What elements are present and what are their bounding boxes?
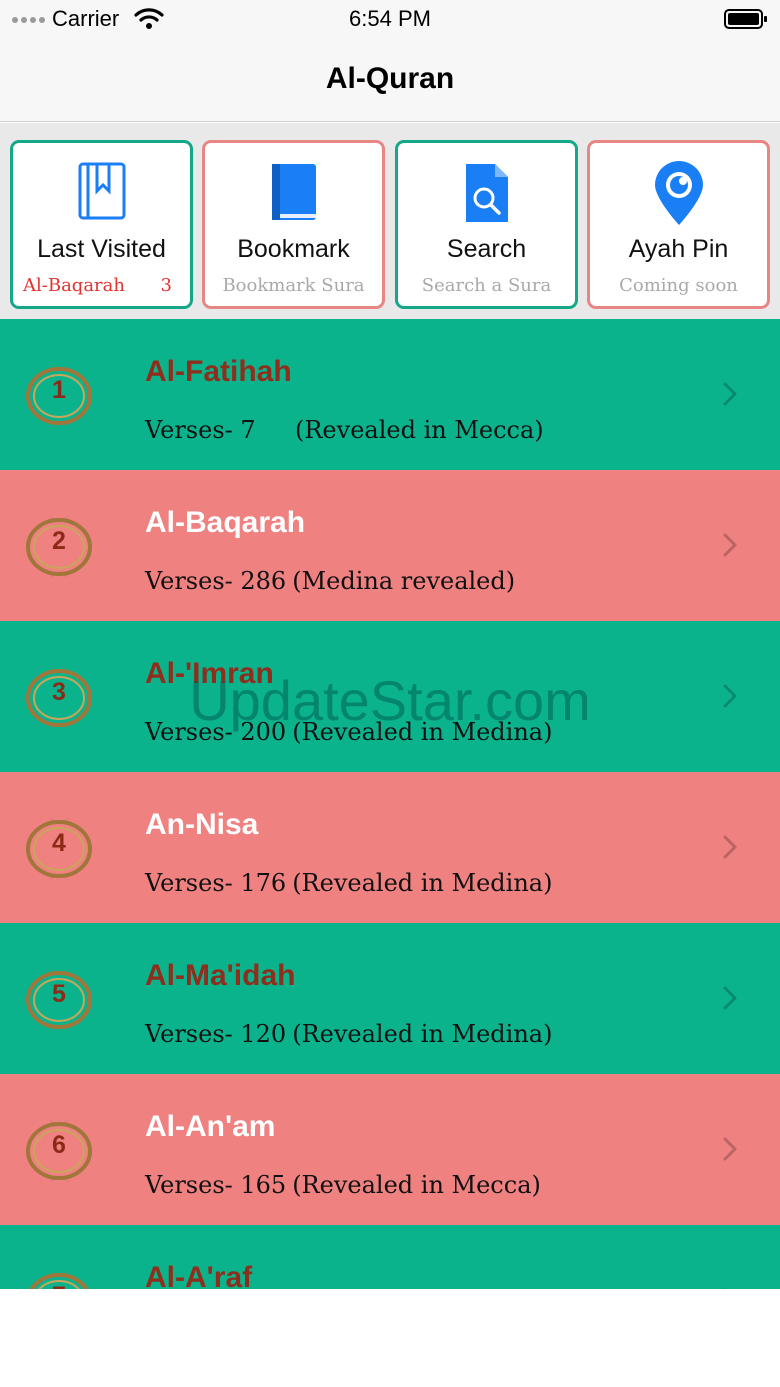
navigation-bar: Al-Quran: [0, 40, 780, 122]
sura-number: 4: [52, 829, 66, 857]
sura-name: An-Nisa: [145, 808, 259, 841]
last-visited-sura: Al-Baqarah: [23, 275, 125, 296]
sura-row[interactable]: 2 Al-Baqarah Verses- 286 (Medina reveale…: [0, 470, 780, 621]
sura-name: Al-Fatihah: [145, 355, 292, 388]
sura-revelation: (Revealed in Medina): [292, 869, 553, 897]
chevron-right-icon: [723, 382, 737, 406]
sura-row[interactable]: 5 Al-Ma'idah Verses- 120 (Revealed in Me…: [0, 923, 780, 1074]
book-icon: [271, 164, 316, 220]
sura-verses: Verses- 176: [145, 869, 287, 897]
search-tile[interactable]: Search Search a Sura: [395, 140, 578, 309]
sura-details: Verses- 120 (Revealed in Medina): [145, 1020, 552, 1048]
sura-revelation: (Medina revealed): [292, 567, 516, 595]
bookmark-tile[interactable]: Bookmark Bookmark Sura: [202, 140, 385, 309]
sura-row[interactable]: 6 Al-An'am Verses- 165 (Revealed in Mecc…: [0, 1074, 780, 1225]
sura-details: Verses- 286 (Medina revealed): [145, 567, 515, 595]
status-bar: Carrier 6:54 PM: [0, 0, 780, 40]
sura-number: 3: [52, 678, 66, 706]
document-search-icon: [465, 164, 508, 222]
page-title: Al-Quran: [325, 62, 455, 95]
sura-number: 7: [22, 1282, 96, 1289]
sura-number: 6: [52, 1131, 66, 1159]
chevron-right-icon: [723, 533, 737, 557]
sura-name: Al-An'am: [145, 1110, 276, 1143]
sura-verses: Verses- 7: [145, 416, 256, 444]
sura-number: 5: [52, 980, 66, 1008]
sura-verses: Verses- 200: [145, 718, 287, 746]
sura-revelation: (Revealed in Mecca): [292, 1171, 541, 1199]
sura-name: Al-'Imran: [145, 657, 274, 690]
sura-row[interactable]: 7 Al-A'raf: [0, 1225, 780, 1289]
bookmarked-book-icon: [78, 162, 125, 220]
sura-details: Verses- 165 (Revealed in Mecca): [145, 1171, 541, 1199]
sura-row[interactable]: 4 An-Nisa Verses- 176 (Revealed in Medin…: [0, 772, 780, 923]
search-subtitle: Search a Sura: [421, 275, 552, 296]
last-visited-verse: 3: [160, 275, 172, 296]
battery-icon: [724, 9, 767, 29]
last-visited-tile[interactable]: Last Visited Al-Baqarah 3: [10, 140, 193, 309]
sura-revelation: (Revealed in Medina): [292, 718, 553, 746]
ayah-pin-label: Ayah Pin: [628, 235, 729, 263]
sura-row[interactable]: 1 Al-Fatihah Verses- 7 (Revealed in Mecc…: [0, 319, 780, 470]
sura-verses: Verses- 286: [145, 567, 287, 595]
chevron-right-icon: [723, 986, 737, 1010]
sura-details: Verses- 200 (Revealed in Medina): [145, 718, 552, 746]
sura-number: 1: [52, 376, 66, 404]
chevron-right-icon: [723, 1137, 737, 1161]
sura-details: Verses- 7 (Revealed in Mecca): [145, 416, 544, 444]
sura-name: Al-Baqarah: [145, 506, 306, 539]
chevron-right-icon: [723, 684, 737, 708]
sura-revelation: (Revealed in Medina): [292, 1020, 553, 1048]
sura-name: Al-A'raf: [145, 1261, 253, 1289]
sura-row[interactable]: 3 Al-'Imran Verses- 200 (Revealed in Med…: [0, 621, 780, 772]
sura-number: 2: [52, 527, 66, 555]
last-visited-label: Last Visited: [37, 235, 166, 263]
bookmark-subtitle: Bookmark Sura: [222, 275, 365, 296]
last-visited-subtitle: Al-Baqarah 3: [13, 275, 190, 296]
bottom-blank-area: [0, 1289, 780, 1387]
map-pin-icon: [654, 161, 703, 225]
ayah-pin-tile[interactable]: Ayah Pin Coming soon: [587, 140, 770, 309]
sura-verses: Verses- 165: [145, 1171, 287, 1199]
ayah-pin-subtitle: Coming soon: [619, 275, 738, 296]
sura-list[interactable]: 1 Al-Fatihah Verses- 7 (Revealed in Mecc…: [0, 319, 780, 1289]
sura-verses: Verses- 120: [145, 1020, 287, 1048]
quick-access-tiles: Last Visited Al-Baqarah 3 Bookmark Bookm…: [0, 123, 780, 319]
search-label: Search: [446, 235, 527, 263]
sura-revelation: (Revealed in Mecca): [295, 416, 544, 444]
bookmark-label: Bookmark: [237, 235, 350, 263]
chevron-right-icon: [723, 835, 737, 859]
sura-details: Verses- 176 (Revealed in Medina): [145, 869, 552, 897]
sura-name: Al-Ma'idah: [145, 959, 296, 992]
clock-label: 6:54 PM: [349, 6, 431, 31]
